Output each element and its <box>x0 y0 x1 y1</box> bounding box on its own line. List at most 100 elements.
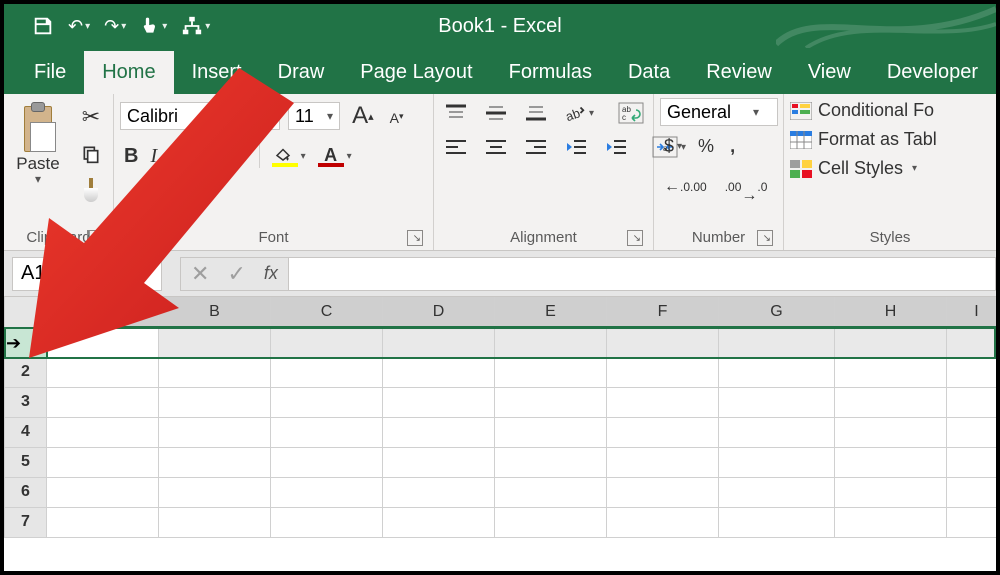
name-box-input[interactable] <box>13 258 123 290</box>
group-styles-label: Styles <box>790 225 990 250</box>
font-name-input[interactable] <box>121 103 261 129</box>
decrease-decimal-button[interactable]: .00→.0 <box>721 167 772 207</box>
row-header-4[interactable]: 4 <box>5 417 47 447</box>
fx-icon[interactable]: fx <box>264 263 278 284</box>
row-1[interactable]: 1 <box>5 327 997 357</box>
alignment-launcher-icon[interactable]: ↘ <box>627 230 643 246</box>
orientation-button[interactable]: ab <box>560 100 598 126</box>
col-header-D[interactable]: D <box>383 297 495 327</box>
cell-styles-button[interactable]: Cell Styles <box>790 158 990 179</box>
increase-indent-icon[interactable] <box>600 134 632 160</box>
svg-text:c: c <box>622 113 626 122</box>
col-header-H[interactable]: H <box>835 297 947 327</box>
row-5[interactable]: 5 <box>5 447 997 477</box>
row-header-3[interactable]: 3 <box>5 387 47 417</box>
tab-home[interactable]: Home <box>84 51 173 94</box>
format-as-table-button[interactable]: Format as Tabl <box>790 129 990 150</box>
wrap-text-button[interactable]: abc <box>614 100 648 126</box>
italic-button[interactable]: I <box>146 143 161 170</box>
row-7[interactable]: 7 <box>5 507 997 537</box>
group-font-label: Font ↘ <box>120 225 427 250</box>
number-format-input[interactable] <box>661 99 747 125</box>
svg-text:ab: ab <box>564 105 582 123</box>
cell-A1[interactable] <box>47 327 159 357</box>
row-header-6[interactable]: 6 <box>5 477 47 507</box>
tab-draw[interactable]: Draw <box>260 51 343 94</box>
row-4[interactable]: 4 <box>5 417 997 447</box>
group-clipboard-label: Clipboard ↘ <box>10 225 107 250</box>
col-header-E[interactable]: E <box>495 297 607 327</box>
border-button[interactable] <box>213 145 251 167</box>
row-header-7[interactable]: 7 <box>5 507 47 537</box>
cut-icon[interactable]: ✂ <box>77 102 105 132</box>
shrink-font-icon[interactable]: A▾ <box>386 106 408 126</box>
save-icon[interactable] <box>28 13 58 39</box>
align-middle-icon[interactable] <box>480 100 512 126</box>
font-launcher-icon[interactable]: ↘ <box>407 230 423 246</box>
group-alignment: ab abc a Alignment ↘ <box>434 94 654 250</box>
undo-icon[interactable]: ↶▾ <box>64 14 94 39</box>
row-header-1[interactable]: 1 <box>5 327 47 357</box>
row-6[interactable]: 6 <box>5 477 997 507</box>
tab-developer[interactable]: Developer <box>869 51 996 94</box>
formula-input[interactable] <box>289 258 995 290</box>
increase-decimal-button[interactable]: ←.0.00 <box>660 167 711 207</box>
conditional-formatting-button[interactable]: Conditional Fo <box>790 100 990 121</box>
copy-icon[interactable] <box>77 142 105 166</box>
row-3[interactable]: 3 <box>5 387 997 417</box>
col-header-A[interactable]: A <box>47 297 159 327</box>
font-size-input[interactable] <box>289 103 321 129</box>
paste-label: Paste <box>10 154 66 174</box>
tab-view[interactable]: View <box>790 51 869 94</box>
formula-bar[interactable] <box>288 257 996 291</box>
name-box-caret-icon[interactable]: ▾ <box>123 265 161 282</box>
col-header-G[interactable]: G <box>719 297 835 327</box>
clipboard-launcher-icon[interactable]: ↘ <box>87 230 103 246</box>
tab-review[interactable]: Review <box>688 51 790 94</box>
tab-formulas[interactable]: Formulas <box>491 51 610 94</box>
comma-button[interactable]: , <box>726 134 739 159</box>
redo-icon[interactable]: ↷▾ <box>100 14 130 39</box>
row-header-2[interactable]: 2 <box>5 357 47 387</box>
font-color-button[interactable]: A <box>314 143 356 169</box>
row-2[interactable]: 2 <box>5 357 997 387</box>
name-box[interactable]: ▾ <box>12 257 162 291</box>
col-header-B[interactable]: B <box>159 297 271 327</box>
align-center-icon[interactable] <box>480 134 512 160</box>
col-header-C[interactable]: C <box>271 297 383 327</box>
tab-insert[interactable]: Insert <box>174 51 260 94</box>
percent-button[interactable]: % <box>694 134 718 159</box>
number-launcher-icon[interactable]: ↘ <box>757 230 773 246</box>
col-header-F[interactable]: F <box>607 297 719 327</box>
tab-page-layout[interactable]: Page Layout <box>342 51 490 94</box>
group-alignment-label: Alignment ↘ <box>440 225 647 250</box>
underline-button[interactable]: U <box>165 143 195 170</box>
font-name-combo[interactable]: ▾ <box>120 102 280 130</box>
align-right-icon[interactable] <box>520 134 552 160</box>
align-bottom-icon[interactable] <box>520 100 552 126</box>
grow-font-icon[interactable]: A▴ <box>348 100 378 132</box>
accounting-format-button[interactable]: $ <box>660 134 686 159</box>
row-header-5[interactable]: 5 <box>5 447 47 477</box>
format-painter-icon[interactable] <box>77 176 105 206</box>
tab-data[interactable]: Data <box>610 51 688 94</box>
align-left-icon[interactable] <box>440 134 472 160</box>
number-format-combo[interactable]: ▾ <box>660 98 778 126</box>
align-top-icon[interactable] <box>440 100 472 126</box>
tab-file[interactable]: File <box>16 51 84 94</box>
fill-color-button[interactable] <box>268 143 310 169</box>
group-number: ▾ $ % , ←.0.00 .00→.0 Number ↘ <box>654 94 784 250</box>
app-title: Book1 - Excel <box>438 15 561 38</box>
col-header-I[interactable]: I <box>947 297 997 327</box>
bold-button[interactable]: B <box>120 143 142 170</box>
group-clipboard: Paste ▾ ✂ Clipboard ↘ <box>4 94 114 250</box>
bucket-icon <box>272 145 298 167</box>
font-size-combo[interactable]: ▾ <box>288 102 340 130</box>
paste-button[interactable]: Paste ▾ <box>10 98 66 225</box>
relationships-icon[interactable]: ▾ <box>177 13 214 39</box>
worksheet-grid[interactable]: A B C D E F G H I 1 2 3 4 5 6 7 ➔ <box>4 297 996 538</box>
touch-mode-icon[interactable]: ▾ <box>136 13 171 39</box>
decrease-indent-icon[interactable] <box>560 134 592 160</box>
select-all-corner[interactable] <box>5 297 47 327</box>
paste-dropdown[interactable]: ▾ <box>10 172 66 186</box>
